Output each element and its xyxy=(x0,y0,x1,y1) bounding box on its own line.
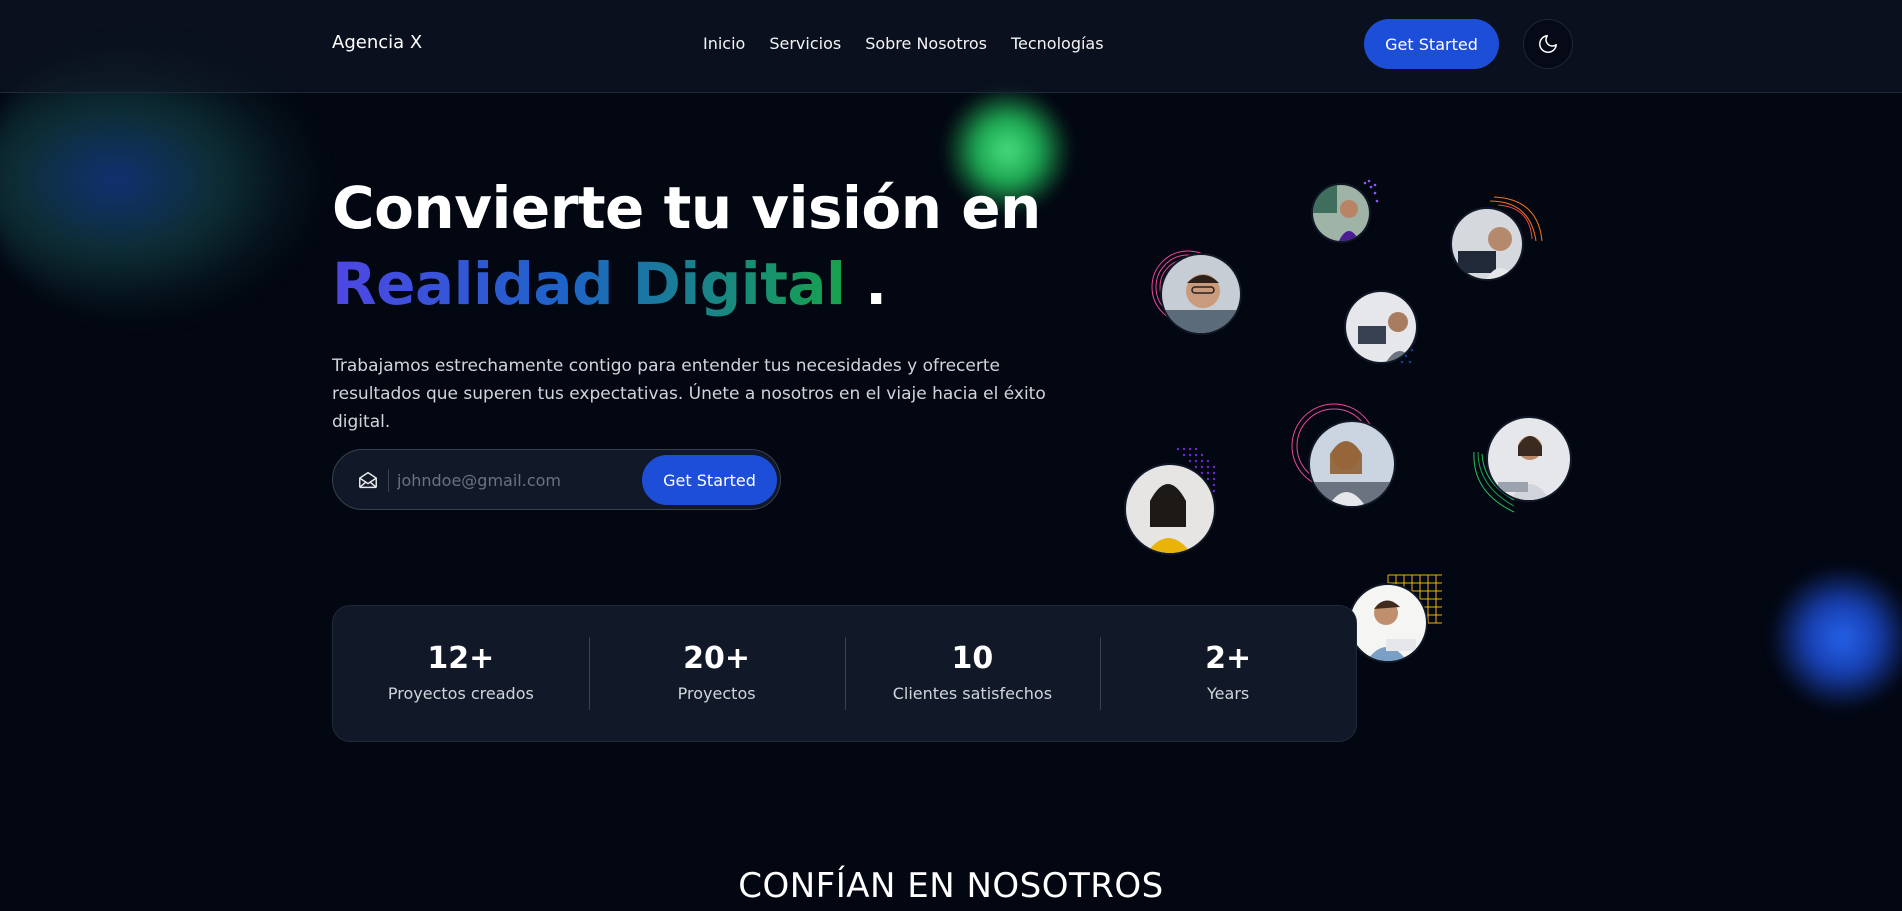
hero-title: Convierte tu visión en Realidad Digital … xyxy=(332,170,1041,322)
stat-item: 20+ Proyectos xyxy=(588,637,845,710)
avatar-team-member-4 xyxy=(1342,290,1432,375)
stat-value: 12+ xyxy=(427,641,495,676)
avatar-team-member-8 xyxy=(1348,573,1448,663)
avatar-team-member-5 xyxy=(1290,402,1400,512)
stat-label: Proyectos creados xyxy=(387,684,534,703)
trust-section-title: CONFÍAN EN NOSOTROS xyxy=(738,866,1164,906)
stat-value: 10 xyxy=(951,641,994,676)
brand-logo[interactable]: Agencia X xyxy=(332,32,422,53)
hero-title-gradient: Realidad Digital xyxy=(332,250,846,318)
mail-open-icon xyxy=(357,469,379,495)
theme-toggle-button[interactable] xyxy=(1523,19,1573,69)
avatar-team-member-2 xyxy=(1305,175,1385,250)
moon-icon xyxy=(1539,35,1557,53)
header-get-started-button[interactable]: Get Started xyxy=(1364,19,1499,69)
hero-title-suffix: . xyxy=(865,250,887,318)
site-header: Agencia X Inicio Servicios Sobre Nosotro… xyxy=(0,0,1902,93)
stat-item: 12+ Proyectos creados xyxy=(333,637,589,710)
nav-item-servicios[interactable]: Servicios xyxy=(769,34,841,53)
avatar-team-member-1 xyxy=(1150,245,1250,345)
email-subscribe-form: Get Started xyxy=(332,449,781,510)
stat-label: Proyectos xyxy=(677,684,756,703)
avatar-team-member-3 xyxy=(1450,195,1545,285)
stat-value: 20+ xyxy=(683,641,751,676)
stat-label: Clientes satisfechos xyxy=(892,684,1053,703)
hero-description: Trabajamos estrechamente contigo para en… xyxy=(332,356,1046,432)
nav-item-tecnologias[interactable]: Tecnologías xyxy=(1011,34,1104,53)
avatar-team-member-6 xyxy=(1470,412,1575,517)
nav-item-sobre-nosotros[interactable]: Sobre Nosotros xyxy=(865,34,987,53)
subscribe-get-started-button[interactable]: Get Started xyxy=(642,455,777,505)
email-input[interactable] xyxy=(397,465,627,495)
background-glow-blue xyxy=(1772,568,1902,708)
stat-item: 2+ Years xyxy=(1100,637,1356,710)
stat-value: 2+ xyxy=(1205,641,1252,676)
hero-title-line1: Convierte tu visión en xyxy=(332,174,1041,242)
stat-item: 10 Clientes satisfechos xyxy=(844,637,1101,710)
stats-panel: 12+ Proyectos creados 20+ Proyectos 10 C… xyxy=(332,605,1357,742)
input-divider xyxy=(388,469,389,492)
nav-item-inicio[interactable]: Inicio xyxy=(703,34,745,53)
avatar-team-member-7 xyxy=(1124,443,1244,558)
stat-label: Years xyxy=(1207,684,1250,703)
main-nav: Inicio Servicios Sobre Nosotros Tecnolog… xyxy=(703,34,1104,53)
